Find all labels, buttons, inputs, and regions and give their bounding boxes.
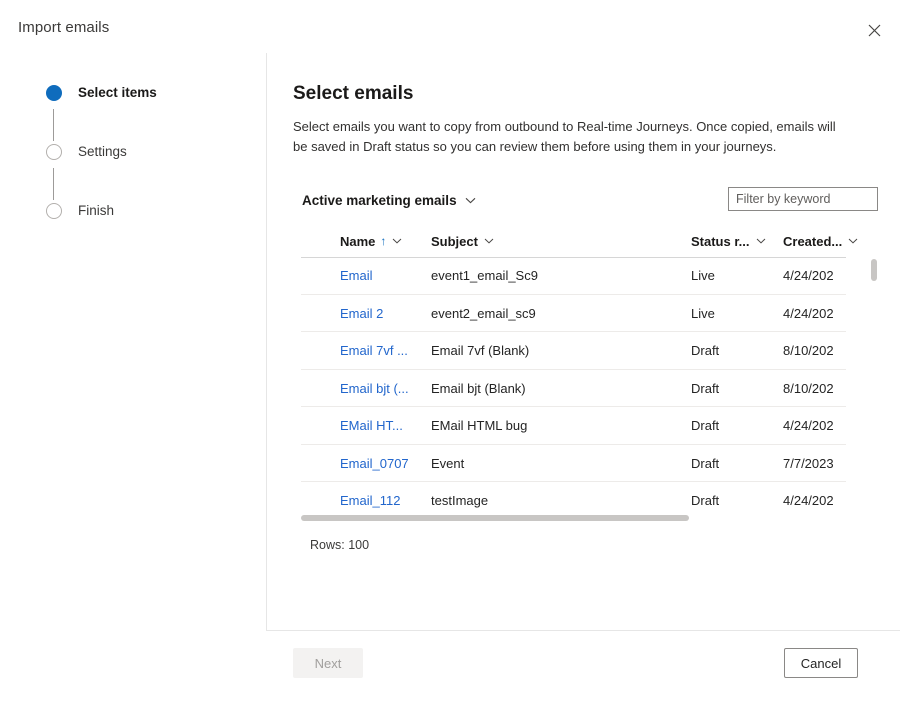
table-vertical-scrollbar[interactable] (870, 257, 878, 508)
column-header-name[interactable]: Name ↑ (340, 232, 402, 250)
cell-subject: event2_email_sc9 (431, 305, 536, 321)
column-header-status-reason[interactable]: Status r... (691, 232, 766, 250)
cell-created: 4/24/202 (783, 268, 834, 283)
cell-created: 4/24/202 (783, 493, 834, 508)
rows-count-label: Rows: 100 (310, 538, 370, 552)
cell-subject: event1_email_Sc9 (431, 268, 538, 283)
vertical-scrollbar-thumb[interactable] (871, 259, 877, 281)
view-selector[interactable]: Active marketing emails (302, 189, 476, 211)
cell-status: Draft (691, 455, 720, 471)
page-title: Select emails (293, 83, 414, 104)
cell-subject: EMail HTML bug (431, 418, 528, 433)
wizard-connector (53, 168, 54, 200)
cell-created: 7/7/2023 (783, 455, 834, 471)
step-indicator-icon (46, 203, 62, 219)
cell-subject: Email 7vf (Blank) (431, 343, 530, 358)
cell-status: Draft (691, 380, 720, 396)
main-panel: Select emails Select emails you want to … (267, 53, 900, 631)
step-indicator-icon (46, 85, 62, 101)
table-row[interactable]: Email_0707 Event Draft 7/7/2023 (293, 445, 878, 483)
dialog-content: Select items Settings Finish Select emai… (0, 53, 900, 631)
wizard-step-finish[interactable]: Finish (46, 202, 114, 220)
cell-name[interactable]: Email (340, 268, 422, 284)
cell-created: 8/10/202 (783, 380, 834, 396)
chevron-down-icon (465, 197, 476, 204)
wizard-steps: Select items Settings Finish (0, 53, 266, 631)
dialog-titlebar: Import emails (0, 0, 900, 53)
cell-name[interactable]: Email 2 (340, 306, 422, 322)
next-button[interactable]: Next (293, 648, 363, 678)
column-header-label: Subject (431, 233, 478, 249)
cell-status: Draft (691, 493, 720, 508)
cell-name[interactable]: Email 7vf ... (340, 343, 422, 359)
table-body: Email event1_email_Sc9 Live 4/24/202 Ema… (293, 257, 878, 508)
cell-subject: testImage (431, 493, 489, 508)
step-indicator-icon (46, 144, 62, 160)
wizard-connector (53, 109, 54, 141)
view-selector-label: Active marketing emails (302, 192, 457, 208)
emails-table: Name ↑ Subject Status r... Created... Em… (293, 226, 878, 556)
table-row[interactable]: Email 2 event2_email_sc9 Live 4/24/202 (293, 295, 878, 333)
column-header-label: Created... (783, 233, 843, 249)
chevron-down-icon (392, 238, 402, 244)
column-header-created-on[interactable]: Created... (783, 232, 858, 250)
chevron-down-icon (484, 238, 494, 244)
table-row[interactable]: Email 7vf ... Email 7vf (Blank) Draft 8/… (293, 332, 878, 370)
filter-input[interactable] (728, 187, 878, 211)
close-icon (868, 24, 881, 37)
cell-status: Draft (691, 418, 720, 433)
wizard-step-label: Select items (78, 85, 157, 100)
dialog-footer: Next Cancel (267, 630, 900, 705)
column-header-subject[interactable]: Subject (431, 232, 494, 250)
cell-status: Draft (691, 343, 720, 358)
wizard-step-select-items[interactable]: Select items (46, 84, 157, 102)
cell-status: Live (691, 305, 715, 321)
wizard-step-label: Finish (78, 203, 115, 218)
table-toolbar: Active marketing emails (293, 187, 878, 211)
table-header-row: Name ↑ Subject Status r... Created... (293, 226, 878, 258)
page-description: Select emails you want to copy from outb… (293, 119, 836, 154)
cell-name[interactable]: Email bjt (... (340, 381, 422, 397)
table-horizontal-scrollbar[interactable] (301, 514, 846, 522)
horizontal-scrollbar-thumb[interactable] (301, 515, 689, 521)
dialog-title: Import emails (18, 19, 110, 36)
wizard-step-label: Settings (78, 144, 127, 159)
cell-subject: Email bjt (Blank) (431, 380, 526, 396)
column-header-label: Status r... (691, 233, 750, 249)
cell-name[interactable]: Email_112 (340, 493, 422, 508)
cell-created: 4/24/202 (783, 305, 834, 321)
cell-subject: Event (431, 455, 465, 471)
cell-created: 8/10/202 (783, 343, 834, 358)
chevron-down-icon (756, 238, 766, 244)
cell-created: 4/24/202 (783, 418, 834, 433)
column-header-label: Name (340, 233, 376, 249)
sort-ascending-icon: ↑ (380, 234, 387, 248)
wizard-step-settings[interactable]: Settings (46, 143, 127, 161)
cell-name[interactable]: Email_0707 (340, 456, 422, 472)
table-row[interactable]: Email bjt (... Email bjt (Blank) Draft 8… (293, 370, 878, 408)
close-button[interactable] (858, 14, 890, 46)
table-row[interactable]: Email_112 testImage Draft 4/24/202 (293, 482, 878, 508)
cell-status: Live (691, 268, 715, 283)
chevron-down-icon (848, 238, 858, 244)
cell-name[interactable]: EMail HT... (340, 418, 422, 434)
table-row[interactable]: Email event1_email_Sc9 Live 4/24/202 (293, 257, 878, 295)
table-row[interactable]: EMail HT... EMail HTML bug Draft 4/24/20… (293, 407, 878, 445)
cancel-button[interactable]: Cancel (784, 648, 858, 678)
